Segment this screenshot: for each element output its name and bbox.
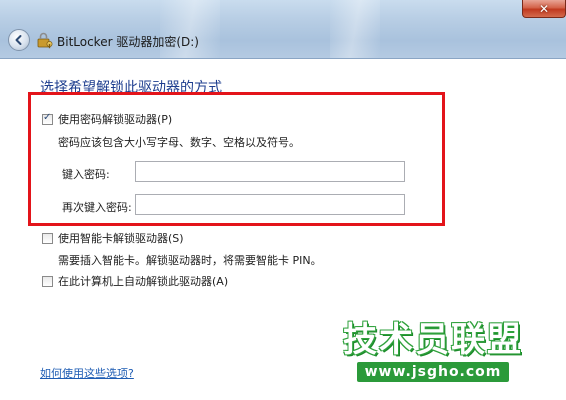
window-title: BitLocker 驱动器加密(D:) — [57, 35, 199, 49]
site-watermark: 技术员联盟 www.jsgho.com — [338, 320, 528, 392]
smartcard-requirement-text: 需要插入智能卡。解锁驱动器时，将需要智能卡 PIN。 — [58, 254, 322, 267]
watermark-title: 技术员联盟 — [343, 320, 523, 360]
close-icon: ✕ — [538, 1, 550, 16]
bitlocker-window: ✕ BitLocker 驱动器加密(D:) 选择希望解锁此驱动器的方式 使用密码… — [0, 0, 566, 400]
password-requirement-text: 密码应该包含大小写字母、数字、空格以及符号。 — [58, 136, 300, 149]
auto-unlock-checkbox[interactable] — [42, 276, 53, 287]
confirm-password-label: 再次键入密码: — [62, 201, 132, 214]
password-field-label: 键入密码: — [62, 168, 110, 181]
title-bar: ✕ BitLocker 驱动器加密(D:) — [0, 0, 566, 59]
help-link[interactable]: 如何使用这些选项? — [40, 365, 134, 381]
auto-unlock-label[interactable]: 在此计算机上自动解锁此驱动器(A) — [58, 273, 228, 289]
watermark-url: www.jsgho.com — [356, 362, 510, 382]
password-unlock-label[interactable]: 使用密码解锁驱动器(P) — [58, 111, 172, 127]
bitlocker-key-icon — [37, 32, 53, 49]
back-arrow-icon — [15, 35, 22, 45]
close-button[interactable]: ✕ — [522, 0, 566, 18]
smartcard-unlock-checkbox[interactable] — [42, 233, 53, 244]
password-unlock-checkbox[interactable] — [42, 112, 53, 125]
back-button[interactable] — [8, 29, 30, 51]
glass-streak — [330, 0, 380, 58]
content-area: 选择希望解锁此驱动器的方式 使用密码解锁驱动器(P) 密码应该包含大小写字母、数… — [0, 59, 566, 400]
confirm-password-input[interactable] — [135, 194, 405, 215]
smartcard-unlock-label[interactable]: 使用智能卡解锁驱动器(S) — [58, 230, 184, 246]
password-input[interactable] — [135, 161, 405, 182]
